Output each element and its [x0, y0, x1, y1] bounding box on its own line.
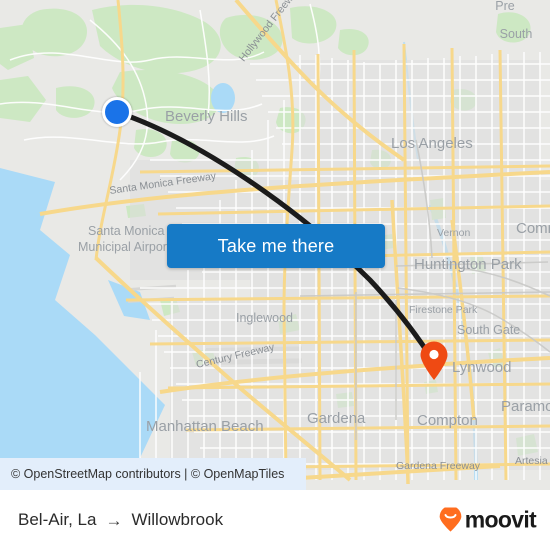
map-screenshot: Hollywood Freeway Pre South Beverly Hill…	[0, 0, 550, 550]
map-label: Los Angeles	[391, 135, 473, 152]
map-attribution[interactable]: © OpenStreetMap contributors | © OpenMap…	[0, 458, 306, 490]
moovit-wordmark: moovit	[464, 506, 537, 533]
map-label: Gardena	[307, 410, 366, 427]
arrow-right-icon: →	[105, 510, 123, 530]
map-label: Huntington Park	[414, 256, 522, 273]
attribution-text: © OpenStreetMap contributors | © OpenMap…	[11, 467, 285, 481]
map-canvas[interactable]: Hollywood Freeway Pre South Beverly Hill…	[0, 0, 550, 490]
map-label: Santa Monica	[88, 224, 164, 238]
destination-pin-icon[interactable]	[419, 341, 449, 381]
map-label: Comm	[516, 220, 550, 237]
map-label: Compton	[417, 412, 478, 429]
moovit-pin-icon	[439, 507, 462, 532]
route-origin-label: Bel-Air, La	[18, 510, 97, 529]
map-label: Gardena Freeway	[396, 460, 481, 472]
origin-marker[interactable]	[102, 97, 132, 127]
map-label: Inglewood	[236, 311, 293, 325]
map-label: South Gate	[457, 323, 520, 337]
map-label: South	[500, 27, 533, 41]
map-label: Vernon	[437, 227, 470, 239]
route-summary: Bel-Air, La → Willowbrook	[18, 510, 223, 530]
map-label: Artesia	[515, 455, 548, 467]
map-label: Pre	[495, 0, 515, 13]
route-destination-label: Willowbrook	[131, 510, 224, 529]
map-label: Beverly Hills	[165, 108, 248, 125]
moovit-logo[interactable]: moovit	[438, 506, 537, 534]
map-label: Paramou	[501, 398, 550, 415]
footer-bar: Bel-Air, La → Willowbrook moovit	[0, 490, 550, 550]
take-me-there-button[interactable]: Take me there	[167, 224, 385, 268]
map-label: Lynwood	[452, 359, 512, 376]
map-label: Firestone Park	[409, 304, 478, 316]
map-label: Municipal Airport	[78, 240, 171, 254]
map-label: Manhattan Beach	[146, 418, 264, 435]
